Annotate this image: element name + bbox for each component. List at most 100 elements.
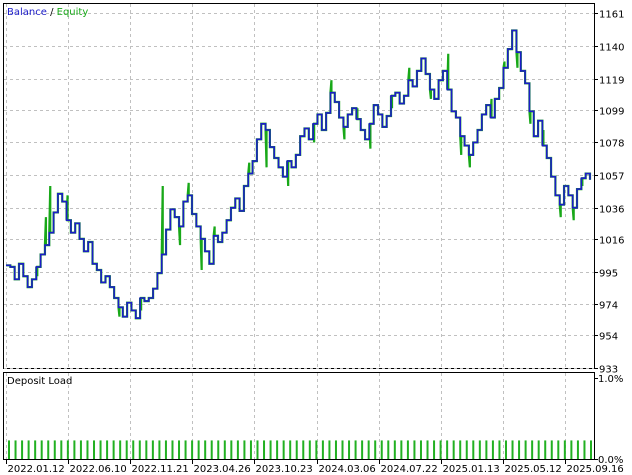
y-tick-label: 1119 [599,76,624,87]
deposit-load-bar [256,440,259,459]
deposit-load-bar [230,440,233,459]
deposit-load-bar [419,440,422,459]
deposit-load-bar [576,440,579,459]
deposit-load-bar [511,440,514,459]
deposit-load-bar [263,440,266,459]
deposit-load-bar [191,440,194,459]
deposit-load-bar [334,440,337,459]
deposit-load-bar [387,440,390,459]
deposit-load-bar [151,440,154,459]
y-tick-label: 1016 [599,236,624,247]
deposit-load-bar [544,440,547,459]
deposit-load-bar [40,440,43,459]
deposit-load-bar [158,440,161,459]
deposit-load-bar [276,440,279,459]
deposit-load-bar [485,440,488,459]
deposit-load-bar [459,440,462,459]
deposit-load-bar [210,440,213,459]
deposit-load-bar [79,440,82,459]
y-tick-label: 1140 [599,43,624,54]
deposit-load-bar [380,440,383,459]
deposit-load-bar [321,440,324,459]
deposit-load-bar [178,440,181,459]
deposit-load-bar [328,440,331,459]
deposit-load-bar [570,440,573,459]
deposit-load-bar [315,440,318,459]
deposit-load-bar [472,440,475,459]
chart-background [0,0,632,475]
y-tick-label: 1161 [599,10,624,21]
legend: Balance / Equity [7,7,88,18]
deposit-load-bar [531,440,534,459]
deposit-load-bar [524,440,527,459]
deposit-load-bar [86,440,89,459]
deposit-load-bar [504,440,507,459]
x-tick-label: 2024.07.22 [381,464,438,475]
deposit-load-bar [99,440,102,459]
x-tick-label: 2025.05.12 [505,464,562,475]
deposit-load-bar [132,440,135,459]
deposit-load-bar [60,440,63,459]
deposit-load-bar [498,440,501,459]
y-tick-label: 1036 [599,205,624,216]
deposit-load-bar [119,440,122,459]
deposit-load-bar [125,440,128,459]
legend-equity-label: Equity [57,7,89,18]
deposit-load-bar [138,440,141,459]
deposit-load-bar [406,440,409,459]
x-tick-label: 2022.11.21 [132,464,189,475]
deposit-load-bar [465,440,468,459]
deposit-load-bar [47,440,50,459]
deposit-load-bar [8,440,10,459]
x-tick-label: 2023.04.26 [194,464,251,475]
x-tick-label: 2022.01.12 [8,464,65,475]
lower-y-tick-label: 1.0% [598,374,623,385]
deposit-load-bar [446,440,449,459]
deposit-load-bar [393,440,396,459]
deposit-load-bar [341,440,344,459]
legend-separator: / [47,7,57,18]
deposit-load-bar [217,440,220,459]
deposit-load-bar [93,440,96,459]
deposit-load-bar [590,440,592,459]
deposit-load-bar [197,440,200,459]
y-tick-label: 1078 [599,139,624,150]
x-tick-label: 2023.10.23 [256,464,313,475]
deposit-load-bar [112,440,115,459]
deposit-load-bar [204,440,207,459]
y-tick-label: 974 [599,301,618,312]
deposit-load-bar [361,440,364,459]
deposit-load-bar [243,440,246,459]
deposit-load-bar [249,440,252,459]
deposit-load-bar [550,440,553,459]
legend-balance-label: Balance [7,7,47,18]
y-tick-label: 954 [599,332,618,343]
y-tick-label: 1057 [599,172,624,183]
deposit-load-bar [27,440,30,459]
deposit-load-bar [66,440,69,459]
deposit-load-bar [34,440,37,459]
deposit-load-bar [439,440,442,459]
deposit-load-bar [537,440,540,459]
deposit-load-bar [106,440,109,459]
deposit-load-bar [367,440,370,459]
x-tick-label: 2025.09.16 [567,464,624,475]
deposit-load-bar [14,440,17,459]
deposit-load-bar [557,440,560,459]
deposit-load-bar [53,440,56,459]
deposit-load-bar [282,440,285,459]
deposit-load-bar [171,440,174,459]
deposit-load-bar [236,440,239,459]
deposit-load-bar [478,440,481,459]
deposit-load-bar [518,440,521,459]
deposit-load-title: Deposit Load [7,376,72,387]
deposit-load-bar [433,440,436,459]
deposit-load-bar [348,440,351,459]
deposit-load-bar [400,440,403,459]
deposit-load-bar [308,440,311,459]
balance-equity-chart: 1161 1140 1119 1099 1078 1057 1036 1016 995 974 95… [0,0,632,475]
deposit-load-bar [563,440,566,459]
deposit-load-bar [583,440,586,459]
deposit-load-bar [223,440,226,459]
deposit-load-bar [164,440,167,459]
